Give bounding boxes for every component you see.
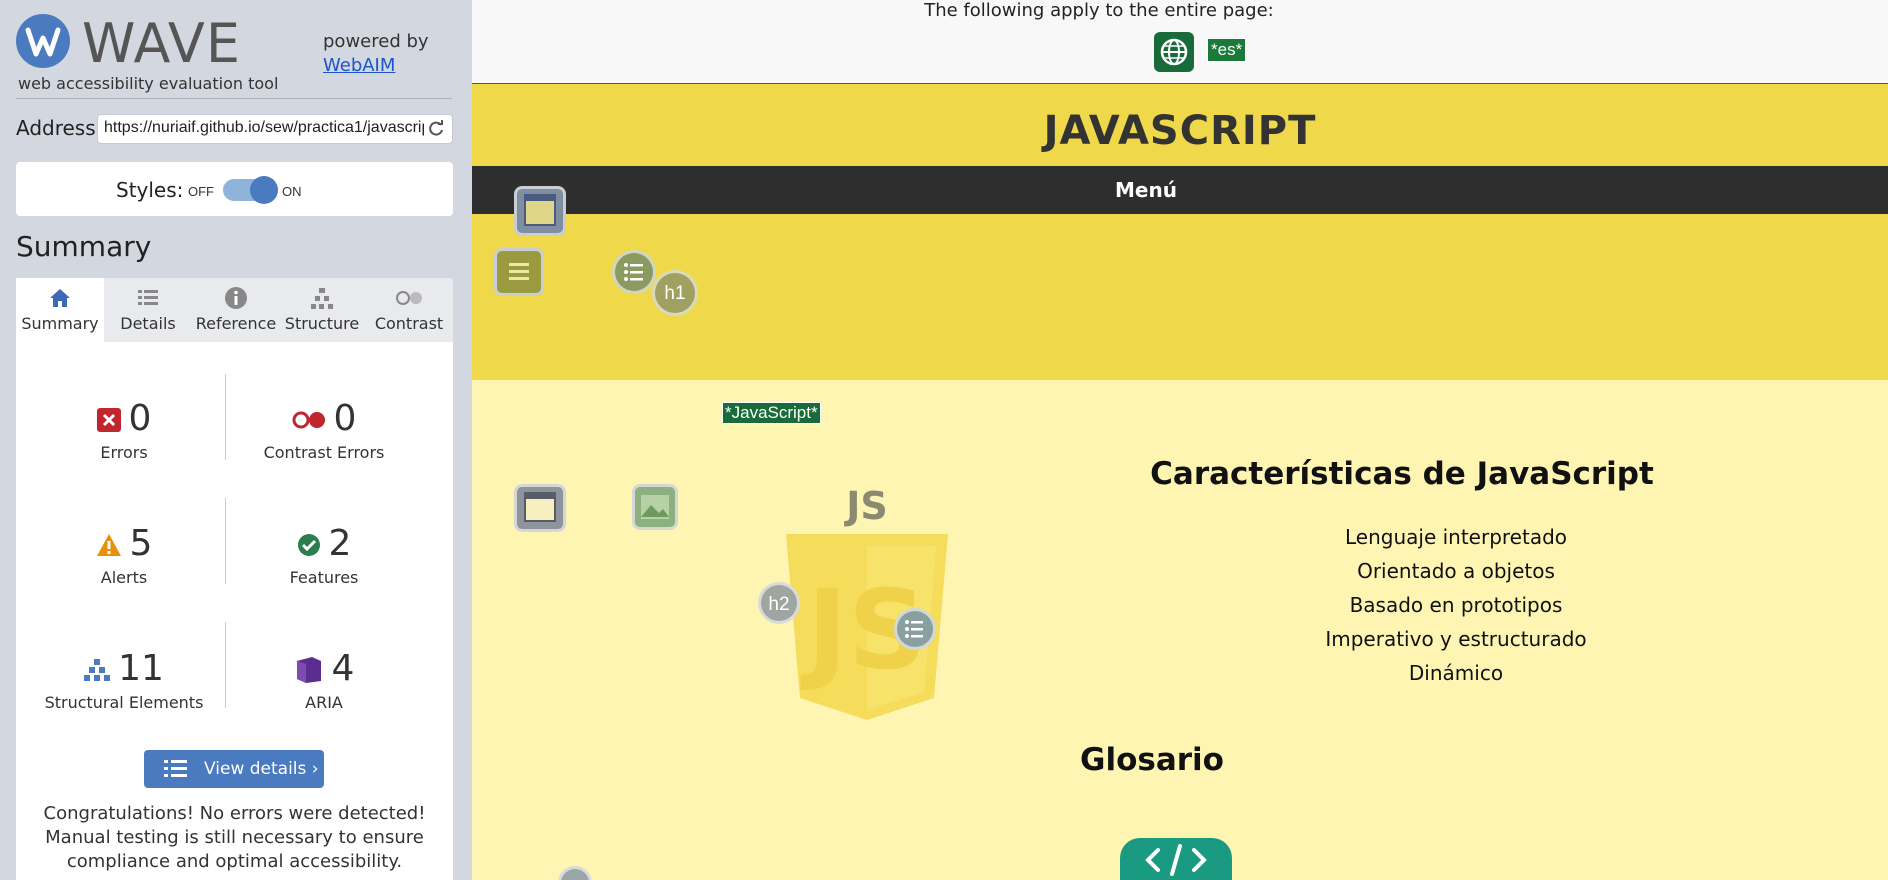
tab-contrast[interactable]: Contrast bbox=[365, 278, 453, 342]
styles-off-label: OFF bbox=[188, 184, 214, 199]
webaim-link[interactable]: WebAIM bbox=[323, 54, 429, 78]
styles-toggle-box: Styles: OFF ON bbox=[16, 162, 453, 216]
features-label: Features bbox=[289, 568, 359, 587]
tab-label: Contrast bbox=[374, 314, 444, 333]
address-bar bbox=[97, 114, 453, 144]
tab-structure[interactable]: Structure bbox=[278, 278, 366, 342]
code-icon[interactable] bbox=[1120, 838, 1232, 880]
structural-label: Structural Elements bbox=[44, 693, 204, 712]
list-icon[interactable] bbox=[612, 250, 656, 294]
page-wide-banner: The following apply to the entire page: … bbox=[472, 0, 1888, 84]
features-count: 2 bbox=[328, 523, 352, 564]
feature-list: Lenguaje interpretado Orientado a objeto… bbox=[1206, 520, 1706, 690]
list-icon[interactable] bbox=[894, 608, 936, 650]
main-region-icon[interactable] bbox=[514, 484, 566, 532]
alerts-count: 5 bbox=[129, 523, 153, 564]
summary-panel: Summary Details Reference Structure Cont… bbox=[16, 278, 453, 880]
address-input[interactable] bbox=[104, 119, 424, 137]
h1-badge-label: h1 bbox=[664, 283, 686, 304]
tab-label: Summary bbox=[21, 314, 99, 333]
stat-contrast-errors: 0 Contrast Errors bbox=[226, 398, 422, 462]
h2-badge[interactable]: h2 bbox=[758, 582, 800, 624]
aria-label: ARIA bbox=[305, 693, 343, 712]
site-nav: Menú bbox=[472, 166, 1888, 214]
hierarchy-icon bbox=[311, 288, 333, 309]
view-details-button[interactable]: View details › bbox=[144, 750, 324, 788]
list-item: Imperativo y estructurado bbox=[1325, 627, 1587, 651]
site-header: JAVASCRIPT bbox=[472, 84, 1888, 166]
stat-errors: 0 Errors bbox=[26, 398, 222, 462]
glosario-heading: Glosario bbox=[1080, 742, 1224, 778]
stat-alerts: 5 Alerts bbox=[26, 523, 222, 587]
header-region-icon[interactable] bbox=[514, 186, 566, 236]
tab-label: Structure bbox=[284, 314, 360, 333]
wave-logo-subtitle: web accessibility evaluation tool bbox=[18, 74, 279, 93]
evaluated-page: The following apply to the entire page: … bbox=[472, 0, 1888, 880]
contrast-errors-count: 0 bbox=[333, 398, 357, 439]
errors-count: 0 bbox=[128, 398, 152, 439]
globe-icon[interactable] bbox=[1154, 32, 1194, 72]
info-icon bbox=[225, 287, 247, 309]
image-alt-tag[interactable]: *JavaScript* bbox=[722, 402, 821, 424]
image-icon[interactable] bbox=[632, 484, 678, 530]
powered-by: powered by WebAIM bbox=[323, 30, 429, 78]
error-icon bbox=[96, 408, 121, 432]
list-icon bbox=[138, 290, 158, 305]
toggle-knob bbox=[250, 176, 278, 204]
nav-region-icon[interactable] bbox=[494, 248, 544, 296]
aria-icon bbox=[296, 657, 321, 683]
home-icon bbox=[50, 289, 70, 307]
address-label: Address: bbox=[16, 116, 103, 140]
stat-aria: 4 ARIA bbox=[226, 648, 422, 712]
structural-count: 11 bbox=[118, 648, 164, 689]
language-tag[interactable]: *es* bbox=[1207, 38, 1247, 62]
tab-label: Details bbox=[120, 314, 176, 333]
tab-reference[interactable]: Reference bbox=[192, 278, 280, 342]
wave-logo-text: WAVE bbox=[82, 12, 241, 75]
javascript-logo: JS JS bbox=[782, 484, 952, 724]
list-item: Basado en prototipos bbox=[1349, 593, 1563, 617]
wave-logo: WAVE web accessibility evaluation tool p… bbox=[16, 12, 456, 100]
list-item: Lenguaje interpretado bbox=[1344, 525, 1568, 549]
alert-icon bbox=[96, 534, 121, 556]
panel-tabs: Summary Details Reference Structure Cont… bbox=[16, 278, 453, 342]
styles-label: Styles: bbox=[116, 178, 184, 202]
menu-link[interactable]: Menú bbox=[472, 178, 1820, 202]
list-item: Dinámico bbox=[1408, 661, 1504, 685]
errors-label: Errors bbox=[100, 443, 148, 462]
tab-details[interactable]: Details bbox=[104, 278, 192, 342]
tab-label: Reference bbox=[195, 314, 277, 333]
site-title: JAVASCRIPT bbox=[1043, 108, 1317, 154]
alerts-label: Alerts bbox=[100, 568, 148, 587]
aria-count: 4 bbox=[331, 648, 355, 689]
view-details-label: View details › bbox=[204, 759, 319, 779]
powered-by-label: powered by bbox=[323, 31, 429, 52]
structure-icon bbox=[84, 659, 111, 681]
feature-icon bbox=[297, 534, 320, 556]
contrast-icon bbox=[396, 291, 422, 305]
wave-sidebar: WAVE web accessibility evaluation tool p… bbox=[0, 0, 472, 880]
list-item: Orientado a objetos bbox=[1357, 559, 1555, 583]
stat-structural: 11 Structural Elements bbox=[26, 648, 222, 712]
reload-icon[interactable] bbox=[426, 119, 446, 139]
banner-text: The following apply to the entire page: bbox=[924, 0, 1274, 21]
h1-badge[interactable]: h1 bbox=[652, 270, 698, 316]
section-title: Características de JavaScript bbox=[1150, 456, 1654, 492]
congrats-message: Congratulations! No errors were detected… bbox=[43, 803, 426, 872]
list-icon bbox=[164, 760, 187, 777]
tab-summary[interactable]: Summary bbox=[16, 278, 104, 342]
styles-on-label: ON bbox=[282, 184, 302, 199]
summary-heading: Summary bbox=[16, 230, 152, 263]
contrast-errors-label: Contrast Errors bbox=[263, 443, 385, 462]
stat-features: 2 Features bbox=[226, 523, 422, 587]
divider bbox=[16, 98, 452, 99]
contrast-error-icon bbox=[292, 411, 325, 429]
styles-toggle[interactable] bbox=[223, 176, 278, 204]
wave-logo-icon bbox=[16, 14, 70, 68]
h2-badge-label: h2 bbox=[768, 594, 790, 615]
